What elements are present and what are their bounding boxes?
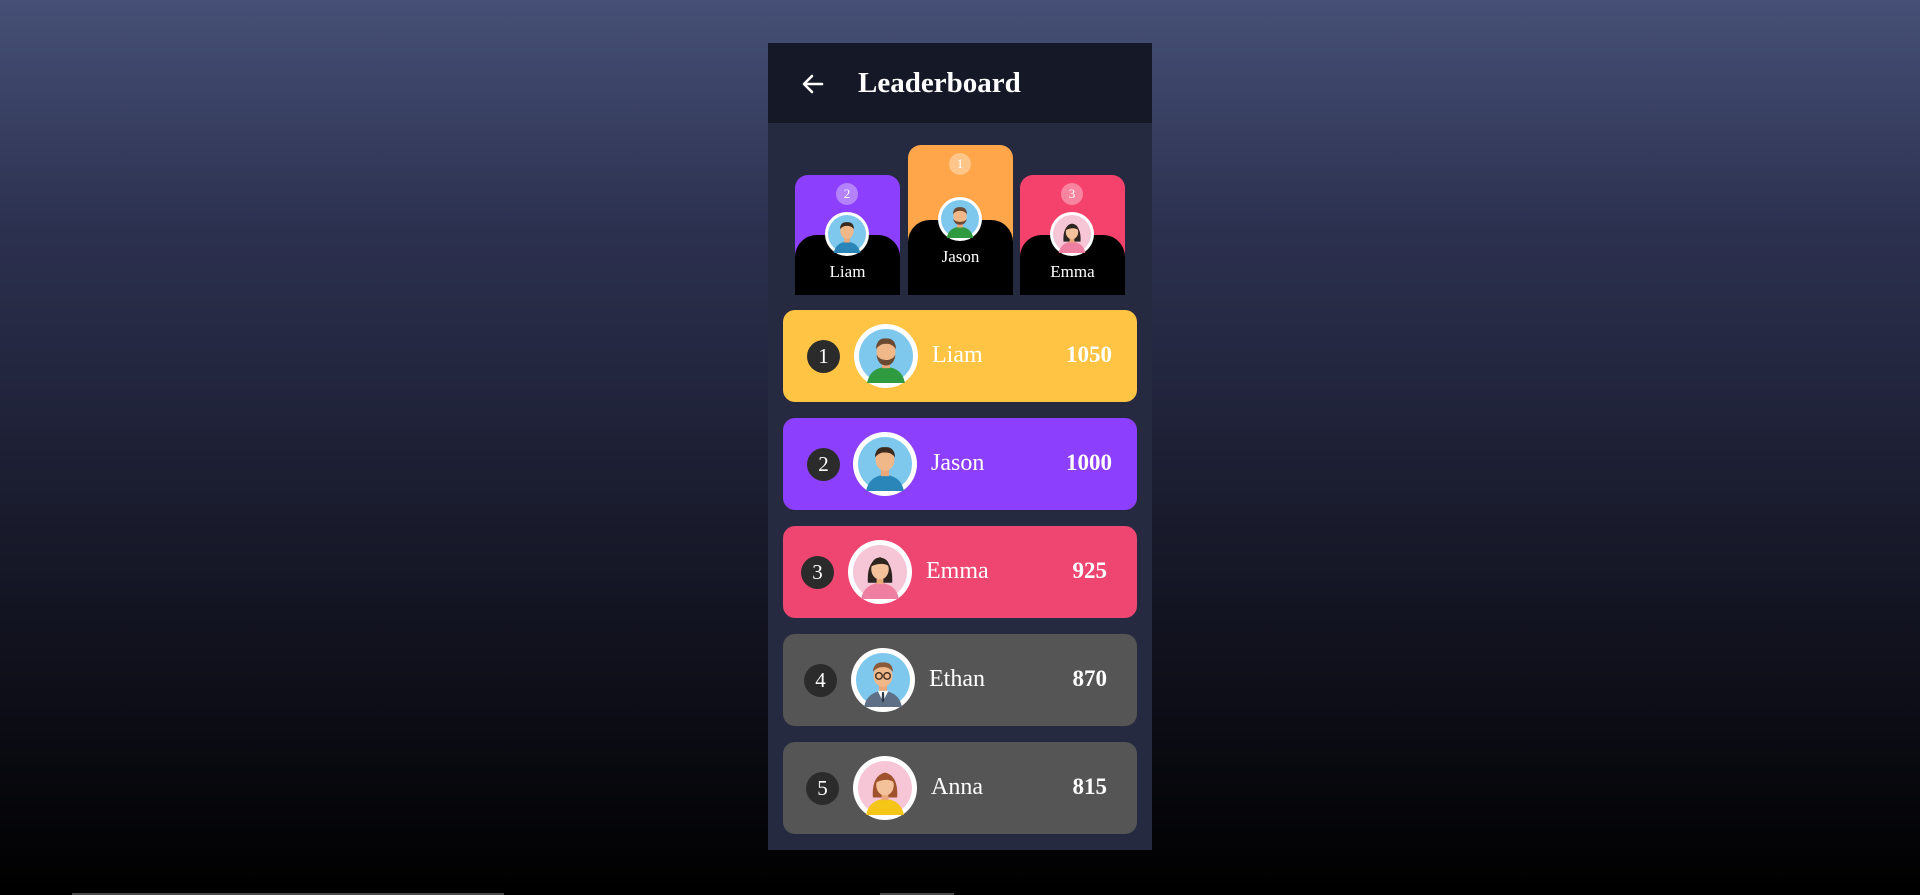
woman-pink-shirt-avatar-icon: [848, 540, 912, 604]
rank-badge: 2: [807, 448, 840, 481]
player-score: 925: [1072, 558, 1108, 583]
podium-name: Jason: [941, 247, 980, 266]
podium-rank-badge: 3: [1061, 183, 1083, 205]
man-green-shirt-avatar-icon: [938, 197, 982, 241]
back-button[interactable]: [798, 69, 828, 99]
player-name: Anna: [931, 774, 983, 800]
woman-pink-shirt-avatar-icon: [1050, 212, 1094, 256]
arrow-left-icon: [802, 74, 824, 94]
podium-second-place[interactable]: 2 Liam: [795, 175, 900, 295]
podium-first-place[interactable]: 1 Jason: [908, 145, 1013, 295]
leaderboard-row[interactable]: 4 Ethan 870: [783, 634, 1137, 726]
podium-name: Liam: [829, 262, 866, 281]
player-name: Jason: [931, 450, 985, 476]
man-blue-shirt-avatar-icon: [825, 212, 869, 256]
podium-name: Emma: [1050, 262, 1095, 281]
player-score: 1000: [1066, 450, 1112, 475]
rank-badge: 1: [807, 340, 840, 373]
player-name: Emma: [926, 558, 989, 584]
podium-rank-badge: 2: [836, 183, 858, 205]
rank-badge: 3: [801, 556, 834, 589]
man-glasses-suit-avatar-icon: [851, 648, 915, 712]
podium-rank-badge: 1: [949, 153, 971, 175]
player-name: Liam: [932, 342, 983, 368]
player-name: Ethan: [929, 666, 985, 692]
leaderboard-screen: Leaderboard 2 Liam 1 Jason 3 Emma 1 Liam…: [768, 43, 1152, 850]
woman-yellow-shirt-avatar-icon: [853, 756, 917, 820]
page-title: Leaderboard: [858, 67, 1021, 99]
leaderboard-row[interactable]: 2 Jason 1000: [783, 418, 1137, 510]
leaderboard-row[interactable]: 5 Anna 815: [783, 742, 1137, 834]
man-beard-green-shirt-avatar-icon: [854, 324, 918, 388]
rank-badge: 5: [806, 772, 839, 805]
player-score: 1050: [1066, 342, 1112, 367]
player-score: 870: [1072, 666, 1108, 691]
rank-badge: 4: [804, 664, 837, 697]
player-score: 815: [1072, 774, 1108, 799]
leaderboard-row[interactable]: 3 Emma 925: [783, 526, 1137, 618]
man-blue-shirt-avatar-icon: [853, 432, 917, 496]
header-bar: Leaderboard: [768, 43, 1152, 123]
podium-third-place[interactable]: 3 Emma: [1020, 175, 1125, 295]
leaderboard-row[interactable]: 1 Liam 1050: [783, 310, 1137, 402]
